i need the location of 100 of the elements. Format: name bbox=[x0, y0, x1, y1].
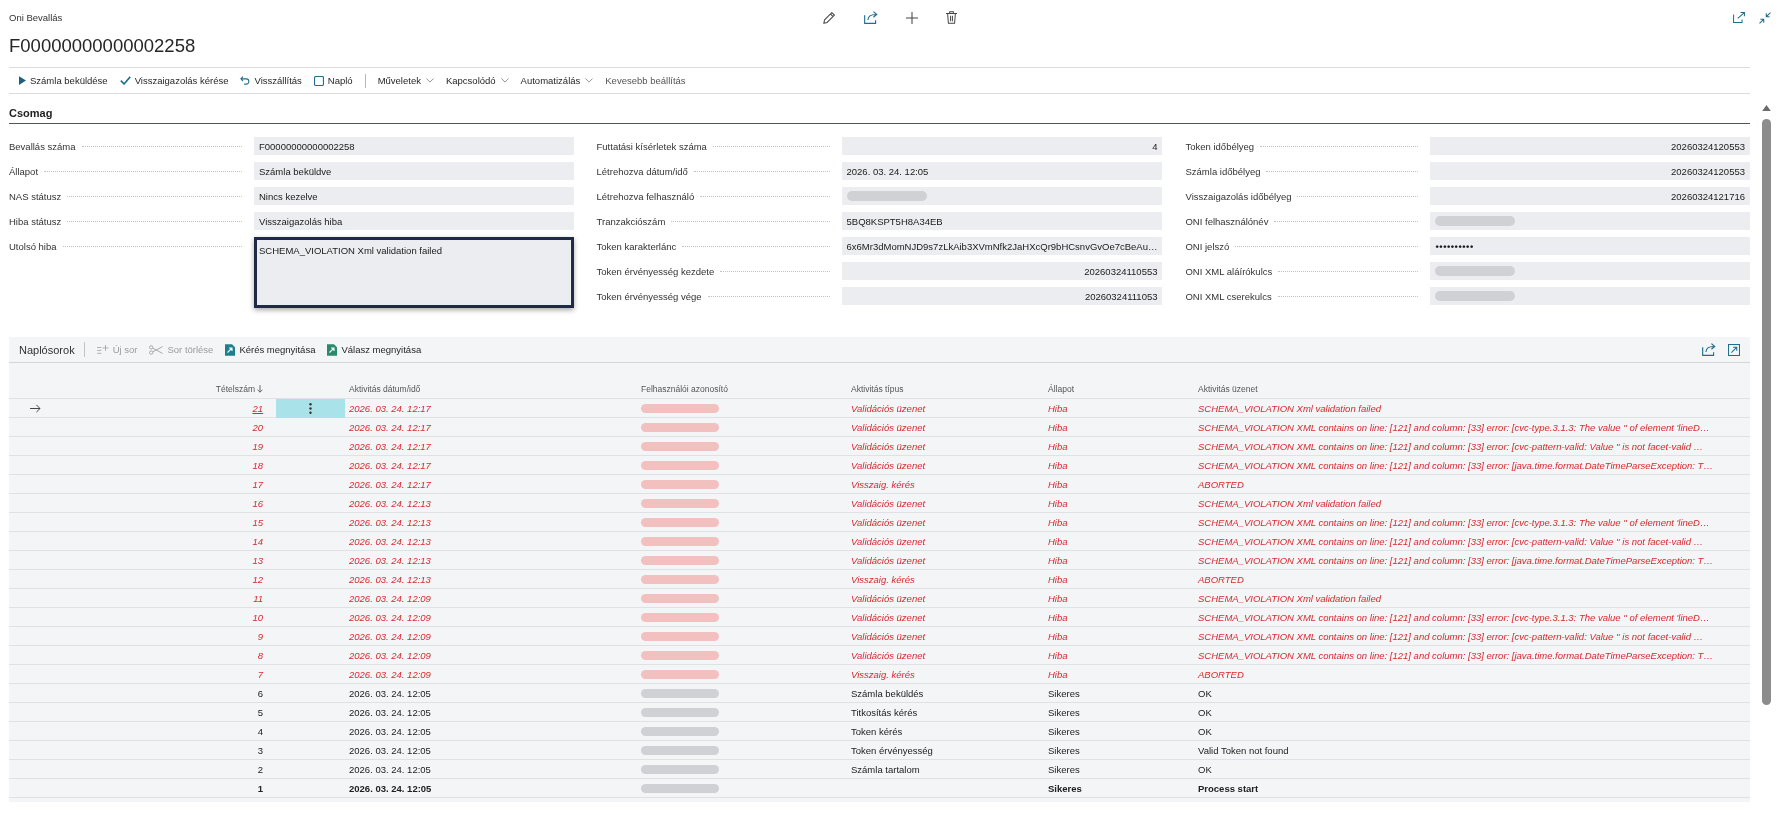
table-cell: Sikeres bbox=[1048, 763, 1080, 775]
field-label: Token időbélyeg bbox=[1185, 140, 1255, 152]
input-field[interactable]: 2026. 03. 24. 12:05 bbox=[841, 162, 1163, 180]
table-cell: 2026. 03. 24. 12:05 bbox=[349, 782, 432, 794]
play-icon bbox=[19, 76, 26, 85]
table-cell: OK bbox=[1198, 763, 1212, 775]
toolbar-button[interactable]: Kérés megnyitása bbox=[219, 338, 322, 361]
table-cell: SCHEMA_VIOLATION XML contains on line: [121] and column: [33] error: [java.time.format.DateTimeParseException: T… bbox=[1198, 459, 1713, 471]
panel-title: Naplósorok bbox=[19, 343, 76, 356]
column-header[interactable]: Aktivitás típus bbox=[848, 384, 1045, 394]
table-cell: Validációs üzenet bbox=[851, 421, 926, 433]
table-cell: 19 bbox=[252, 440, 263, 452]
table-cell: 20 bbox=[252, 421, 263, 433]
record-title: F00000000000002258 bbox=[8, 35, 197, 56]
table-cell: 16 bbox=[252, 497, 263, 509]
table-cell: Validációs üzenet bbox=[851, 592, 926, 604]
input-field[interactable] bbox=[841, 187, 1163, 205]
table-cell: 11 bbox=[253, 592, 263, 604]
trash-icon[interactable] bbox=[946, 11, 957, 24]
toolbar-button[interactable]: Számla beküldése bbox=[13, 69, 114, 92]
chevron-down-icon bbox=[585, 78, 594, 83]
input-field[interactable]: 20260324120553 bbox=[1430, 137, 1750, 155]
share-icon[interactable] bbox=[864, 11, 878, 24]
toolbar-button[interactable]: Napló bbox=[307, 69, 359, 92]
toolbar-button[interactable]: Válasz megnyitása bbox=[321, 338, 428, 361]
input-field[interactable]: 20260324111053 bbox=[841, 287, 1163, 305]
toolbar-button[interactable]: Visszaigazolás kérése bbox=[113, 69, 235, 92]
field-label: ONI XML aláírókulcs bbox=[1185, 265, 1273, 277]
table-cell: OK bbox=[1198, 687, 1212, 699]
input-field[interactable]: Nincs kezelve bbox=[254, 187, 574, 205]
table-cell: 2026. 03. 24. 12:05 bbox=[349, 687, 431, 699]
input-field[interactable] bbox=[1430, 287, 1750, 305]
textarea-field[interactable]: SCHEMA_VIOLATION Xml validation failed bbox=[254, 237, 574, 308]
table-cell: 2026. 03. 24. 12:09 bbox=[349, 668, 431, 680]
input-field[interactable]: Visszaigazolás hiba bbox=[254, 212, 574, 230]
table-cell: SCHEMA_VIOLATION XML contains on line: [121] and column: [33] error: [cvc-pattern-valid: Value '' is not facet-valid … bbox=[1198, 535, 1704, 547]
password-field[interactable]: •••••••••• bbox=[1430, 237, 1750, 255]
undo-arrow-icon bbox=[240, 76, 251, 85]
input-field[interactable]: 20260324120553 bbox=[1430, 162, 1750, 180]
check-icon bbox=[119, 76, 131, 85]
input-field[interactable]: 5BQ8KSPT5H8A34EB bbox=[841, 212, 1163, 230]
plus-icon[interactable] bbox=[906, 11, 918, 24]
table-cell: Process start bbox=[1198, 782, 1259, 794]
share-icon[interactable] bbox=[1702, 343, 1716, 356]
pencil-icon[interactable] bbox=[823, 11, 836, 24]
table-cell: 2026. 03. 24. 12:09 bbox=[349, 611, 431, 623]
table-cell: 2026. 03. 24. 12:17 bbox=[349, 403, 431, 414]
column-header[interactable]: Felhasználói azonosító bbox=[638, 384, 848, 394]
scrollbar-thumb[interactable] bbox=[1762, 119, 1771, 705]
input-field[interactable]: 6x6Mr3dMomNJD9s7zLkAib3XVmNfk2JaHXcQr9bHCsnvGvOe7cBeAu… bbox=[841, 237, 1163, 255]
table-cell: 4 bbox=[257, 725, 263, 737]
table-cell: SCHEMA_VIOLATION XML contains on line: [121] and column: [33] error: [cvc-type.3.1.3: The value '' of element 'lineD… bbox=[1198, 421, 1710, 433]
field-label: ONI XML cserekulcs bbox=[1185, 290, 1272, 302]
input-field[interactable]: 20260324110553 bbox=[841, 262, 1163, 280]
menu-button[interactable]: Kapcsolódó bbox=[439, 69, 515, 92]
table-cell: 12 bbox=[252, 573, 263, 585]
table-cell: Sikeres bbox=[1048, 725, 1080, 737]
column-header[interactable]: Aktivitás dátum/idő bbox=[346, 384, 638, 394]
table-cell: Validációs üzenet bbox=[851, 516, 926, 528]
input-field[interactable]: 4 bbox=[841, 137, 1163, 155]
column-header[interactable]: Állapot bbox=[1045, 384, 1195, 394]
menu-button[interactable]: Műveletek bbox=[371, 69, 440, 92]
input-field[interactable] bbox=[1430, 212, 1750, 230]
table-cell: Validációs üzenet bbox=[851, 554, 926, 566]
table-cell: 6 bbox=[257, 687, 263, 699]
expand-icon[interactable] bbox=[1728, 343, 1740, 356]
table-cell: 2026. 03. 24. 12:17 bbox=[349, 421, 431, 433]
toolbar-button[interactable]: Visszállítás bbox=[234, 69, 308, 92]
input-field[interactable] bbox=[1430, 262, 1750, 280]
collapse-icon[interactable] bbox=[1759, 11, 1771, 24]
table-cell: Visszaig. kérés bbox=[851, 668, 915, 680]
toolbar-button[interactable]: Kevesebb beállítás bbox=[599, 69, 692, 92]
field-label: Bevallás száma bbox=[9, 140, 76, 152]
input-field[interactable]: 20260324121716 bbox=[1430, 187, 1750, 205]
input-field[interactable]: F00000000000002258 bbox=[254, 137, 574, 155]
field-label: Állapot bbox=[9, 165, 39, 177]
table-cell: OK bbox=[1198, 706, 1212, 718]
table-cell: SCHEMA_VIOLATION XML contains on line: [121] and column: [33] error: [cvc-pattern-valid: Value '' is not facet-valid … bbox=[1198, 440, 1704, 452]
field-label: Token érvényesség kezdete bbox=[596, 265, 715, 277]
table-cell: Titkosítás kérés bbox=[851, 706, 918, 718]
table-cell: Validációs üzenet bbox=[851, 403, 926, 414]
table-cell[interactable]: 21 bbox=[252, 403, 263, 414]
scroll-up-arrow-icon[interactable] bbox=[1762, 105, 1771, 111]
vertical-dots-icon bbox=[309, 403, 312, 414]
table-cell: SCHEMA_VIOLATION XML contains on line: [121] and column: [33] error: [java.time.format.DateTimeParseException: T… bbox=[1198, 554, 1713, 566]
sort-down-arrow-icon bbox=[257, 385, 263, 393]
input-field[interactable]: Számla beküldve bbox=[254, 162, 574, 180]
menu-button[interactable]: Automatizálás bbox=[514, 69, 600, 92]
table-cell: 2026. 03. 24. 12:05 bbox=[349, 744, 431, 756]
table-cell: 2026. 03. 24. 12:17 bbox=[349, 478, 431, 490]
column-header[interactable]: Tételszám bbox=[49, 384, 272, 394]
table-cell: 7 bbox=[257, 668, 263, 680]
table-cell: 2 bbox=[257, 763, 263, 775]
table-cell: Token érvényesség bbox=[851, 744, 933, 756]
arrow-right-icon bbox=[30, 404, 41, 413]
table-cell: 5 bbox=[257, 706, 263, 718]
open-in-window-icon[interactable] bbox=[1733, 12, 1745, 23]
table-cell: 2026. 03. 24. 12:13 bbox=[349, 535, 431, 547]
column-header[interactable]: Aktivitás üzenet bbox=[1195, 384, 1750, 394]
table-cell: 2026. 03. 24. 12:09 bbox=[349, 649, 431, 661]
